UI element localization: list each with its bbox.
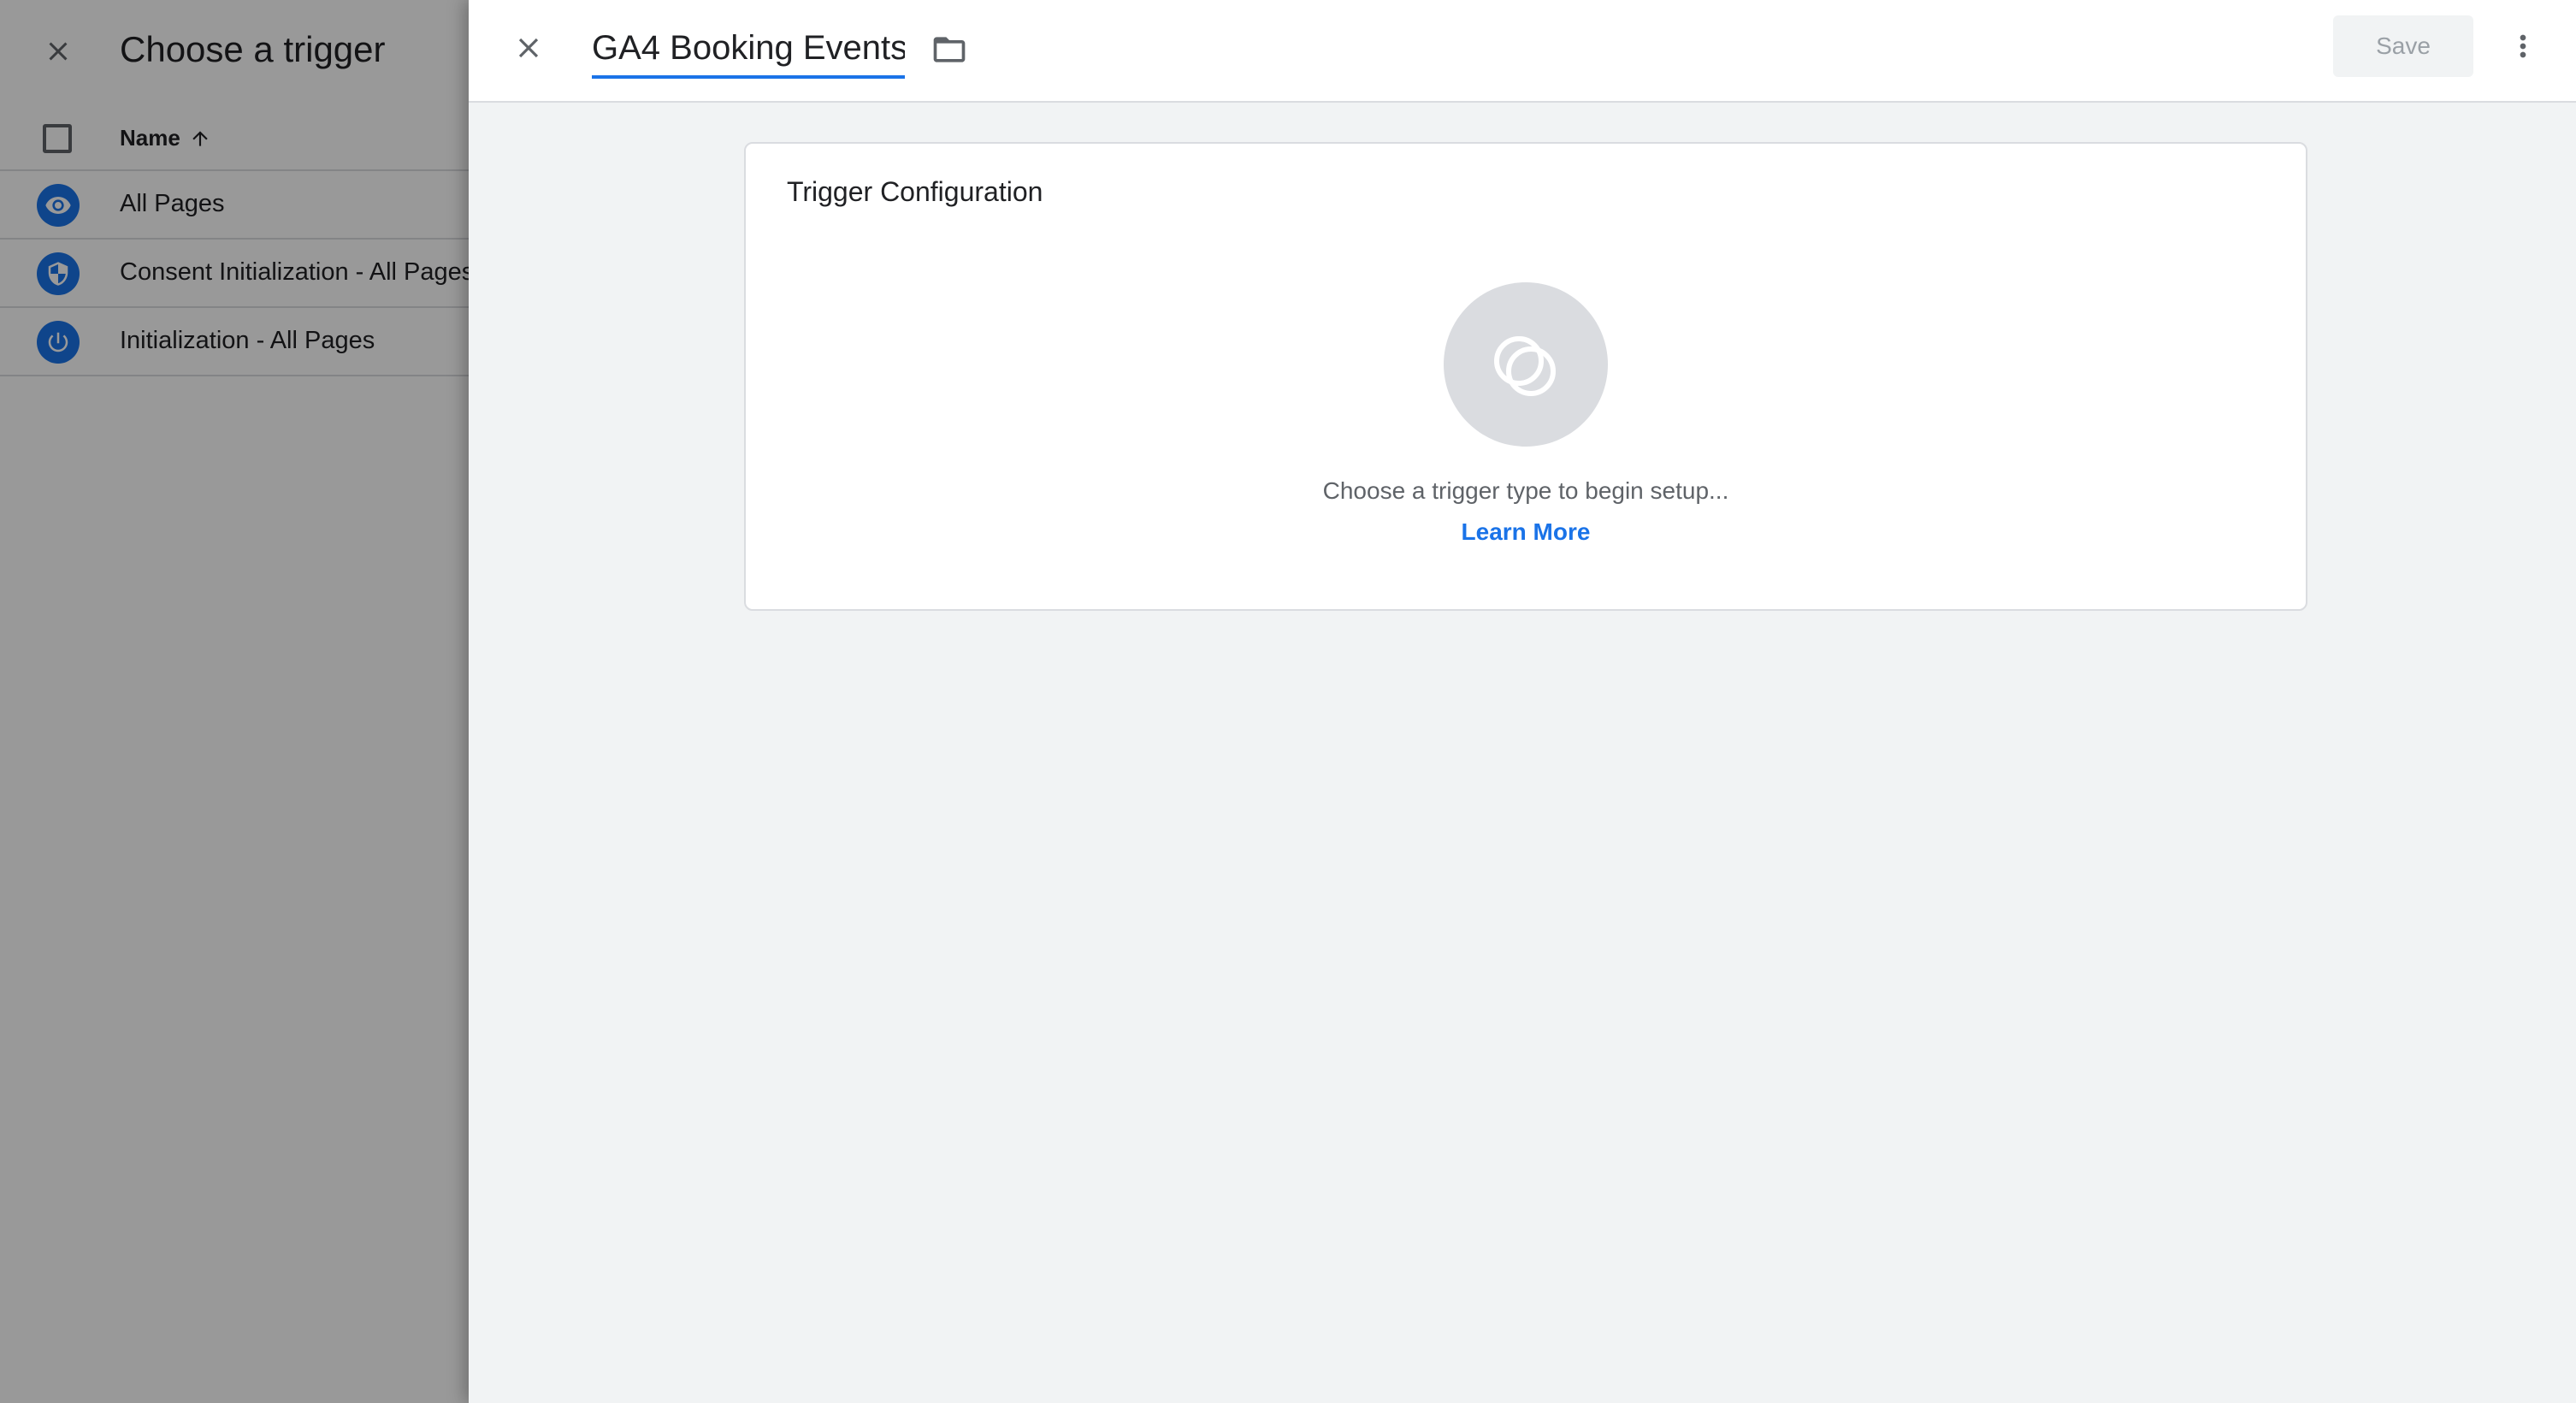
trigger-name-field (592, 22, 905, 79)
close-editor-button[interactable] (505, 24, 552, 72)
setup-hint: Choose a trigger type to begin setup... (1322, 477, 1729, 504)
card-title: Trigger Configuration (787, 176, 1043, 207)
trigger-editor-sheet: Save Trigger Configuration Choose a trig… (469, 0, 2576, 1403)
folder-icon (933, 37, 966, 62)
save-button[interactable]: Save (2333, 15, 2473, 77)
trigger-editor-header: Save (469, 0, 2576, 103)
choose-trigger-type-button[interactable] (1444, 282, 1608, 447)
trigger-type-icon (1494, 336, 1556, 396)
learn-more-wrap: Learn More (746, 518, 2306, 546)
close-icon (518, 38, 539, 58)
trigger-name-input[interactable] (592, 22, 905, 74)
trigger-configuration-card: Trigger Configuration Choose a trigger t… (744, 142, 2307, 611)
folder-button[interactable] (925, 26, 973, 74)
more-vert-icon (2520, 34, 2526, 58)
modal-scrim[interactable] (0, 0, 469, 1403)
more-options-button[interactable] (2497, 21, 2549, 72)
learn-more-link[interactable]: Learn More (1462, 518, 1591, 545)
